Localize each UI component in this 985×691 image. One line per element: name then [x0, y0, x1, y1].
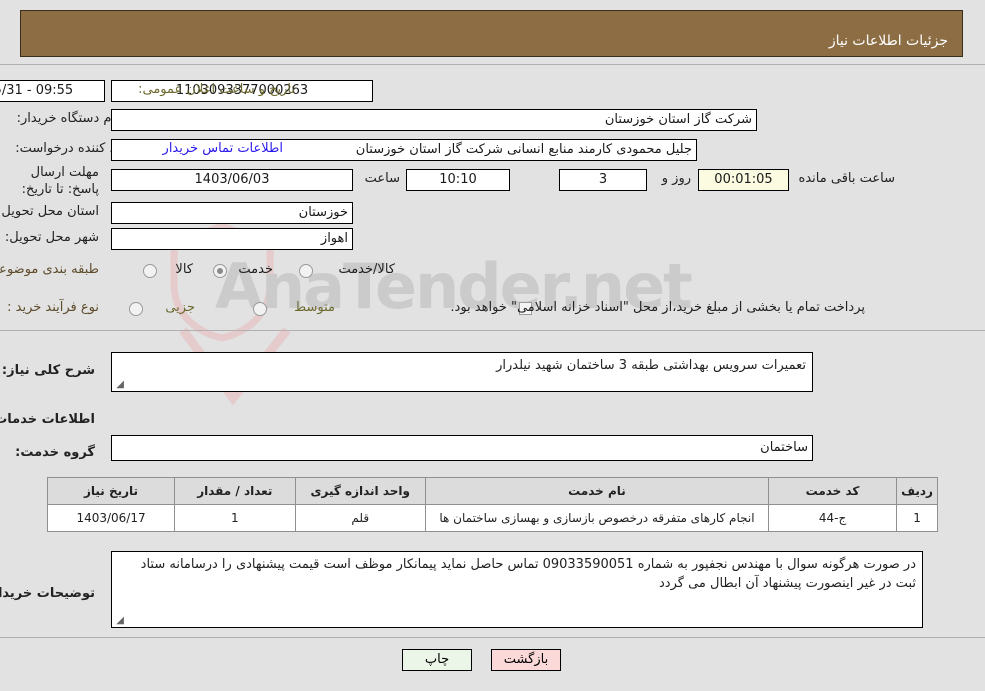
deadline-hour-value: 10:10: [406, 169, 510, 191]
category-label: طبقه بندی موضوعی:: [0, 262, 99, 277]
delivery-city-label: شهر محل تحویل:: [4, 230, 99, 245]
deadline-days-label: روز و: [661, 171, 691, 186]
radio-category-kala[interactable]: [143, 264, 157, 278]
col-row: ردیف: [896, 477, 938, 505]
radio-category-kala-khedmat-label: کالا/خدمت: [338, 262, 395, 277]
delivery-province-value: خوزستان: [111, 202, 353, 224]
radio-category-khedmat[interactable]: [213, 264, 227, 278]
buyer-org-value: شرکت گاز استان خوزستان: [111, 109, 757, 131]
table-header-row: ردیف کد خدمت نام خدمت واحد اندازه گیری ت…: [46, 477, 938, 505]
cell-unit: قلم: [294, 504, 426, 532]
radio-process-jozi-label: جزیی: [165, 300, 195, 315]
back-button[interactable]: بازگشت: [491, 649, 561, 671]
radio-process-motavaset[interactable]: [253, 302, 267, 316]
deadline-countdown-value: 00:01:05: [698, 169, 789, 191]
radio-category-kala-label: کالا: [175, 262, 193, 277]
deadline-days-value: 3: [559, 169, 647, 191]
page-title: جزئیات اطلاعات نیاز: [828, 33, 948, 49]
cell-row: 1: [896, 504, 938, 532]
cell-qty: 1: [174, 504, 296, 532]
print-button[interactable]: چاپ: [402, 649, 472, 671]
radio-category-khedmat-label: خدمت: [238, 262, 273, 277]
deadline-countdown-label: ساعت باقی مانده: [798, 171, 895, 186]
buyer-org-label: نام دستگاه خریدار:: [16, 111, 119, 126]
delivery-province-label: استان محل تحویل:: [0, 204, 99, 219]
resize-grip-icon[interactable]: ◢: [115, 380, 124, 390]
services-table: ردیف کد خدمت نام خدمت واحد اندازه گیری ت…: [46, 477, 938, 532]
announce-datetime-label: تاریخ و ساعت اعلان عمومی:: [138, 82, 295, 97]
delivery-city-value: اهواز: [111, 228, 353, 250]
announce-datetime-value: 09:55 - 1403/05/31: [0, 80, 105, 102]
treasury-bond-note: پرداخت تمام یا بخشی از مبلغ خرید،از محل …: [450, 300, 865, 315]
buyer-notes-value: در صورت هرگونه سوال با مهندس نجفپور به ش…: [140, 557, 916, 591]
radio-process-motavaset-label: متوسط: [294, 300, 335, 315]
radio-category-kala-khedmat[interactable]: [299, 264, 313, 278]
page-header: جزئیات اطلاعات نیاز: [20, 10, 963, 57]
buyer-contact-link[interactable]: اطلاعات تماس خریدار: [163, 141, 283, 156]
divider-top: [0, 64, 985, 65]
deadline-date-value: 1403/06/03: [111, 169, 353, 191]
service-group-label: گروه خدمت:: [15, 445, 95, 460]
col-name: نام خدمت: [424, 477, 770, 505]
general-desc-value: تعمیرات سرویس بهداشتی طبقه 3 ساختمان شهی…: [496, 358, 806, 373]
general-desc-label: شرح کلی نیاز:: [1, 363, 95, 378]
divider-middle: [0, 330, 985, 331]
cell-name: انجام کارهای متفرقه درخصوص بازسازی و بهس…: [424, 504, 770, 532]
service-group-value: ساختمان: [111, 435, 813, 461]
general-desc-textarea[interactable]: تعمیرات سرویس بهداشتی طبقه 3 ساختمان شهی…: [111, 352, 813, 392]
purchase-process-label: نوع فرآیند خرید :: [7, 300, 99, 315]
col-qty: تعداد / مقدار: [174, 477, 296, 505]
buyer-notes-label: توضیحات خریدار:: [0, 586, 95, 601]
table-row: 1 ج-44 انجام کارهای متفرقه درخصوص بازساز…: [46, 504, 938, 532]
divider-bottom: [0, 637, 985, 638]
deadline-hour-label: ساعت: [364, 171, 400, 186]
services-section-heading: اطلاعات خدمات مورد نیاز: [0, 412, 95, 427]
buyer-notes-textarea[interactable]: در صورت هرگونه سوال با مهندس نجفپور به ش…: [111, 551, 923, 628]
deadline-label: مهلت ارسال پاسخ: تا تاریخ:: [21, 165, 99, 197]
col-need-date: تاریخ نیاز: [46, 477, 176, 505]
col-code: کد خدمت: [768, 477, 898, 505]
resize-grip-icon-notes[interactable]: ◢: [115, 616, 124, 626]
cell-need-date: 1403/06/17: [46, 504, 176, 532]
col-unit: واحد اندازه گیری: [294, 477, 426, 505]
cell-code: ج-44: [768, 504, 898, 532]
radio-process-jozi[interactable]: [129, 302, 143, 316]
